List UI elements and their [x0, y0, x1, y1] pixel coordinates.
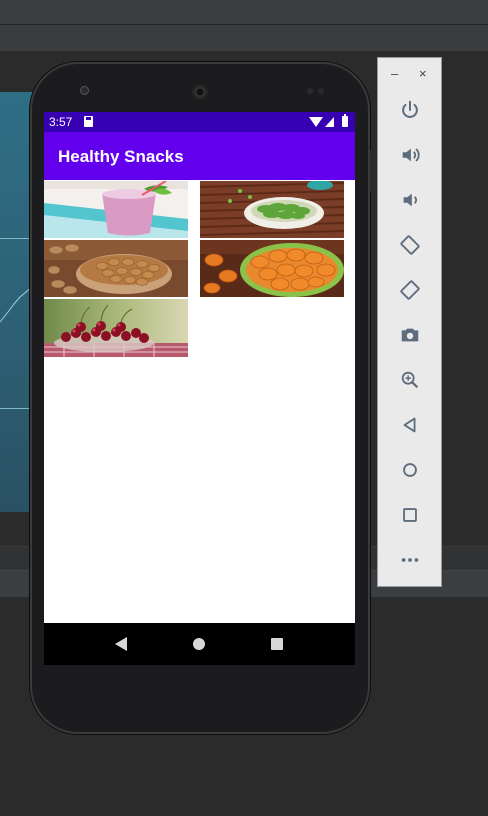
nav-recents-button[interactable]: [271, 638, 283, 650]
snack-tile-apricots[interactable]: [200, 240, 344, 297]
ide-title-bar: [0, 0, 488, 25]
snack-tile-almonds[interactable]: [44, 240, 188, 297]
more-button[interactable]: [398, 548, 422, 572]
proximity-sensor: [307, 88, 313, 94]
snack-tile-cherries[interactable]: [44, 299, 188, 357]
status-bar: 3:57: [44, 112, 355, 132]
volume-up-button[interactable]: [398, 143, 422, 167]
power-button[interactable]: [398, 98, 422, 122]
volume-up-icon: [402, 148, 420, 162]
close-button[interactable]: ×: [419, 66, 427, 81]
back-icon: [403, 417, 416, 433]
power-side-button[interactable]: [370, 150, 374, 192]
home-button[interactable]: [398, 458, 422, 482]
sd-card-icon: [84, 116, 93, 127]
rotate-left-button[interactable]: [398, 233, 422, 257]
nav-home-button[interactable]: [193, 638, 205, 650]
zoom-icon: [401, 371, 419, 389]
app-title: Healthy Snacks: [58, 147, 184, 166]
more-icon: [401, 558, 419, 562]
back-button[interactable]: [398, 413, 422, 437]
apricots-image: [200, 240, 344, 297]
home-icon: [403, 463, 417, 477]
edamame-image: [200, 181, 344, 238]
rotate-left-icon: [400, 235, 420, 255]
cell-signal-icon: [325, 117, 334, 127]
app-bar: Healthy Snacks: [44, 132, 355, 180]
smoothie-image: [44, 181, 188, 238]
android-nav-bar: [44, 623, 355, 665]
nav-back-button[interactable]: [115, 637, 127, 651]
overview-button[interactable]: [398, 503, 422, 527]
power-icon: [402, 100, 418, 118]
almonds-image: [44, 240, 188, 297]
rotate-right-icon: [400, 280, 420, 300]
emulator-toolbar: – ×: [377, 57, 442, 587]
snack-tile-edamame[interactable]: [200, 181, 344, 238]
wifi-icon: [309, 117, 323, 127]
volume-down-icon: [403, 193, 417, 207]
device-screen: 3:57 Healthy Snacks: [44, 112, 355, 665]
front-camera: [80, 86, 89, 95]
ide-toolbar: [0, 25, 488, 52]
light-sensor: [318, 88, 324, 94]
earpiece-speaker: [192, 84, 208, 100]
battery-icon: [342, 114, 348, 127]
rotate-right-button[interactable]: [398, 278, 422, 302]
cherries-image: [44, 299, 188, 357]
camera-icon: [401, 328, 419, 342]
screenshot-button[interactable]: [398, 323, 422, 347]
status-time: 3:57: [49, 115, 73, 129]
zoom-button[interactable]: [398, 368, 422, 392]
overview-icon: [403, 508, 417, 522]
minimize-button[interactable]: –: [391, 66, 398, 81]
volume-down-button[interactable]: [398, 188, 422, 212]
snack-tile-smoothie[interactable]: [44, 181, 188, 238]
